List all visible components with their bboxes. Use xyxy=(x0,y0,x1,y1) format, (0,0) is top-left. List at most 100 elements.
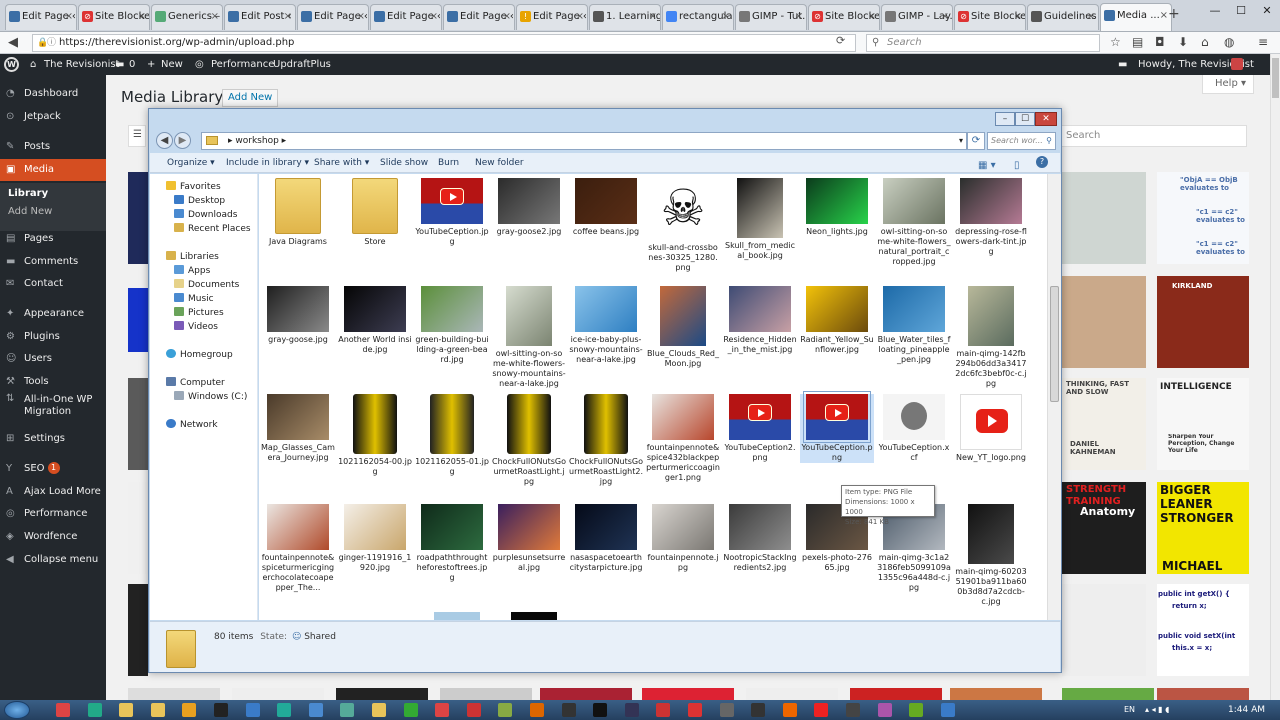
media-thumbnail[interactable] xyxy=(128,482,148,574)
tab-close-icon[interactable]: × xyxy=(868,5,876,29)
scroll-thumb[interactable] xyxy=(1272,58,1279,98)
wordpress-logo-icon[interactable]: W xyxy=(4,57,19,72)
new-folder-button[interactable]: New folder xyxy=(475,153,524,173)
file-item[interactable]: gray-goose.jpg xyxy=(261,286,335,345)
sidebar-item-users[interactable]: ☺ Users xyxy=(0,348,106,370)
media-thumbnail[interactable] xyxy=(850,688,942,700)
include-in-library-button[interactable]: Include in library ▾ xyxy=(226,153,309,173)
preview-pane-icon[interactable]: ▯ xyxy=(1014,156,1020,176)
file-item[interactable]: fountainpennote.jpg xyxy=(646,504,720,573)
taskbar-app-icon[interactable] xyxy=(87,703,102,717)
back-icon[interactable]: ◀ xyxy=(156,132,173,149)
nav-computer[interactable]: Computer xyxy=(166,376,225,390)
tab-close-icon[interactable]: × xyxy=(1160,4,1168,28)
address-bar[interactable]: ▸ workshop ▸ ▾ xyxy=(201,132,967,150)
media-thumbnail[interactable] xyxy=(540,688,632,700)
change-view-icon[interactable]: ▦ ▾ xyxy=(978,156,996,176)
nav-music[interactable]: Music xyxy=(174,292,214,306)
thumbnail[interactable] xyxy=(434,612,480,620)
media-thumbnail[interactable] xyxy=(128,688,220,700)
nav-desktop[interactable]: Desktop xyxy=(174,194,225,208)
sidebar-item-wordfence[interactable]: ◈ Wordfence xyxy=(0,526,106,548)
sidebar-item-pages[interactable]: ▤ Pages xyxy=(0,228,106,250)
media-thumbnail[interactable] xyxy=(232,688,324,700)
taskbar-app-icon[interactable] xyxy=(340,703,355,717)
burn-button[interactable]: Burn xyxy=(438,153,459,173)
file-item[interactable]: NootropicStackIngredients2.jpg xyxy=(723,504,797,573)
nav-favorites[interactable]: Favorites xyxy=(166,180,221,194)
minimize-icon[interactable]: — xyxy=(1202,0,1228,22)
media-thumbnail[interactable] xyxy=(128,288,148,352)
chevron-down-icon[interactable]: ▾ xyxy=(959,133,963,149)
sidebar-item-collapse-menu[interactable]: ◀ Collapse menu xyxy=(0,549,106,571)
file-item[interactable]: Residence_Hidden_in_the_mist.jpg xyxy=(723,286,797,355)
taskbar-app-icon[interactable] xyxy=(277,703,292,717)
sidebar-item-ajax-load-more[interactable]: A Ajax Load More xyxy=(0,481,106,503)
comments-icon[interactable]: ▬ xyxy=(115,54,124,75)
browser-tab[interactable]: Edit Page ‹ × xyxy=(443,4,515,30)
media-thumbnail[interactable] xyxy=(128,378,148,470)
file-item[interactable]: YouTubeCeption2.png xyxy=(723,394,797,463)
new-tab-button[interactable]: + xyxy=(1168,6,1180,22)
hamburger-menu-icon[interactable]: ≡ xyxy=(1258,35,1268,49)
reload-icon[interactable]: ⟳ xyxy=(836,34,845,47)
taskbar-app-icon[interactable] xyxy=(435,703,450,717)
taskbar-app-icon[interactable] xyxy=(751,703,766,717)
clock[interactable]: 1:44 AM xyxy=(1228,700,1265,720)
language-indicator[interactable]: EN xyxy=(1124,705,1135,714)
taskbar-app-icon[interactable] xyxy=(308,703,323,717)
sidebar-item-posts[interactable]: ✎ Posts xyxy=(0,136,106,158)
avatar[interactable] xyxy=(1231,58,1243,70)
taskbar-app-icon[interactable] xyxy=(466,703,481,717)
site-info-icon[interactable]: ⓘ xyxy=(47,35,56,51)
download-icon[interactable]: ⬇ xyxy=(1178,35,1188,49)
tab-close-icon[interactable]: × xyxy=(941,5,949,29)
submenu-library[interactable]: Library xyxy=(0,185,106,203)
updraftplus-link[interactable]: UpdraftPlus xyxy=(273,54,331,75)
maximize-icon[interactable]: ☐ xyxy=(1015,112,1035,126)
tab-close-icon[interactable]: × xyxy=(722,5,730,29)
nav-pictures[interactable]: Pictures xyxy=(174,306,224,320)
file-item[interactable]: Blue_Water_tiles_floating_pineapple_pen.… xyxy=(877,286,951,365)
taskbar-app-icon[interactable] xyxy=(814,703,829,717)
taskbar-app-icon[interactable] xyxy=(119,703,134,717)
tab-close-icon[interactable]: × xyxy=(284,5,292,29)
media-thumbnail[interactable] xyxy=(1062,584,1146,676)
sidebar-item-contact[interactable]: ✉ Contact xyxy=(0,273,106,295)
sidebar-item-comments[interactable]: ▬ Comments xyxy=(0,251,106,273)
new-content-link[interactable]: New xyxy=(161,54,183,75)
file-item[interactable]: main-qimg-6020351901ba911ba600b3d8d7a2cd… xyxy=(954,504,1028,607)
file-item[interactable]: ChockFullONutsGourmetRoastLight.jpg xyxy=(492,394,566,487)
add-new-button[interactable]: Add New xyxy=(222,89,279,107)
nav-apps[interactable]: Apps xyxy=(174,264,210,278)
nav-network[interactable]: Network xyxy=(166,418,218,432)
folder-item[interactable]: Store xyxy=(338,178,412,247)
tab-close-icon[interactable]: × xyxy=(211,5,219,29)
file-item[interactable]: YouTubeCeption.xcf xyxy=(877,394,951,463)
file-item[interactable]: purplesunsetsurreal.jpg xyxy=(492,504,566,573)
nav-downloads[interactable]: Downloads xyxy=(174,208,237,222)
browser-tab[interactable]: rectangula...× xyxy=(662,4,734,30)
file-item[interactable]: YouTubeCeption.png xyxy=(800,391,874,463)
sidebar-item-jetpack[interactable]: ⊙ Jetpack xyxy=(0,106,106,128)
thumbnail[interactable] xyxy=(511,612,557,620)
media-thumbnail[interactable] xyxy=(1062,276,1146,368)
browser-tab[interactable]: Guidelines ...× xyxy=(1027,4,1099,30)
file-item[interactable]: fountainpennote&spice432blackpepperturme… xyxy=(646,394,720,483)
file-item[interactable]: nasaspacetoearthcitystarpicture.jpg xyxy=(569,504,643,573)
file-item[interactable]: YouTubeCeption.jpg xyxy=(415,178,489,247)
notifications-icon[interactable]: ▬ xyxy=(1118,54,1127,75)
scroll-thumb[interactable] xyxy=(1050,286,1059,402)
sidebar-item-appearance[interactable]: ✦ Appearance xyxy=(0,303,106,325)
file-item[interactable]: owl-sitting-on-some-white-flowers_natura… xyxy=(877,178,951,267)
bookmark-star-icon[interactable]: ☆ xyxy=(1110,35,1121,49)
media-thumbnail[interactable] xyxy=(642,688,734,700)
taskbar-app-icon[interactable] xyxy=(656,703,671,717)
tab-close-icon[interactable]: × xyxy=(430,5,438,29)
media-search-input[interactable]: Search xyxy=(1061,125,1247,147)
browser-tab[interactable]: GIMP - Tut... × xyxy=(735,4,807,30)
browser-tab[interactable]: Edit Post ‹ × xyxy=(224,4,296,30)
tab-close-icon[interactable]: × xyxy=(1014,5,1022,29)
file-item[interactable]: ☠ skull-and-crossbones-30325_1280.png xyxy=(646,178,720,273)
close-icon[interactable]: ✕ xyxy=(1035,112,1057,126)
